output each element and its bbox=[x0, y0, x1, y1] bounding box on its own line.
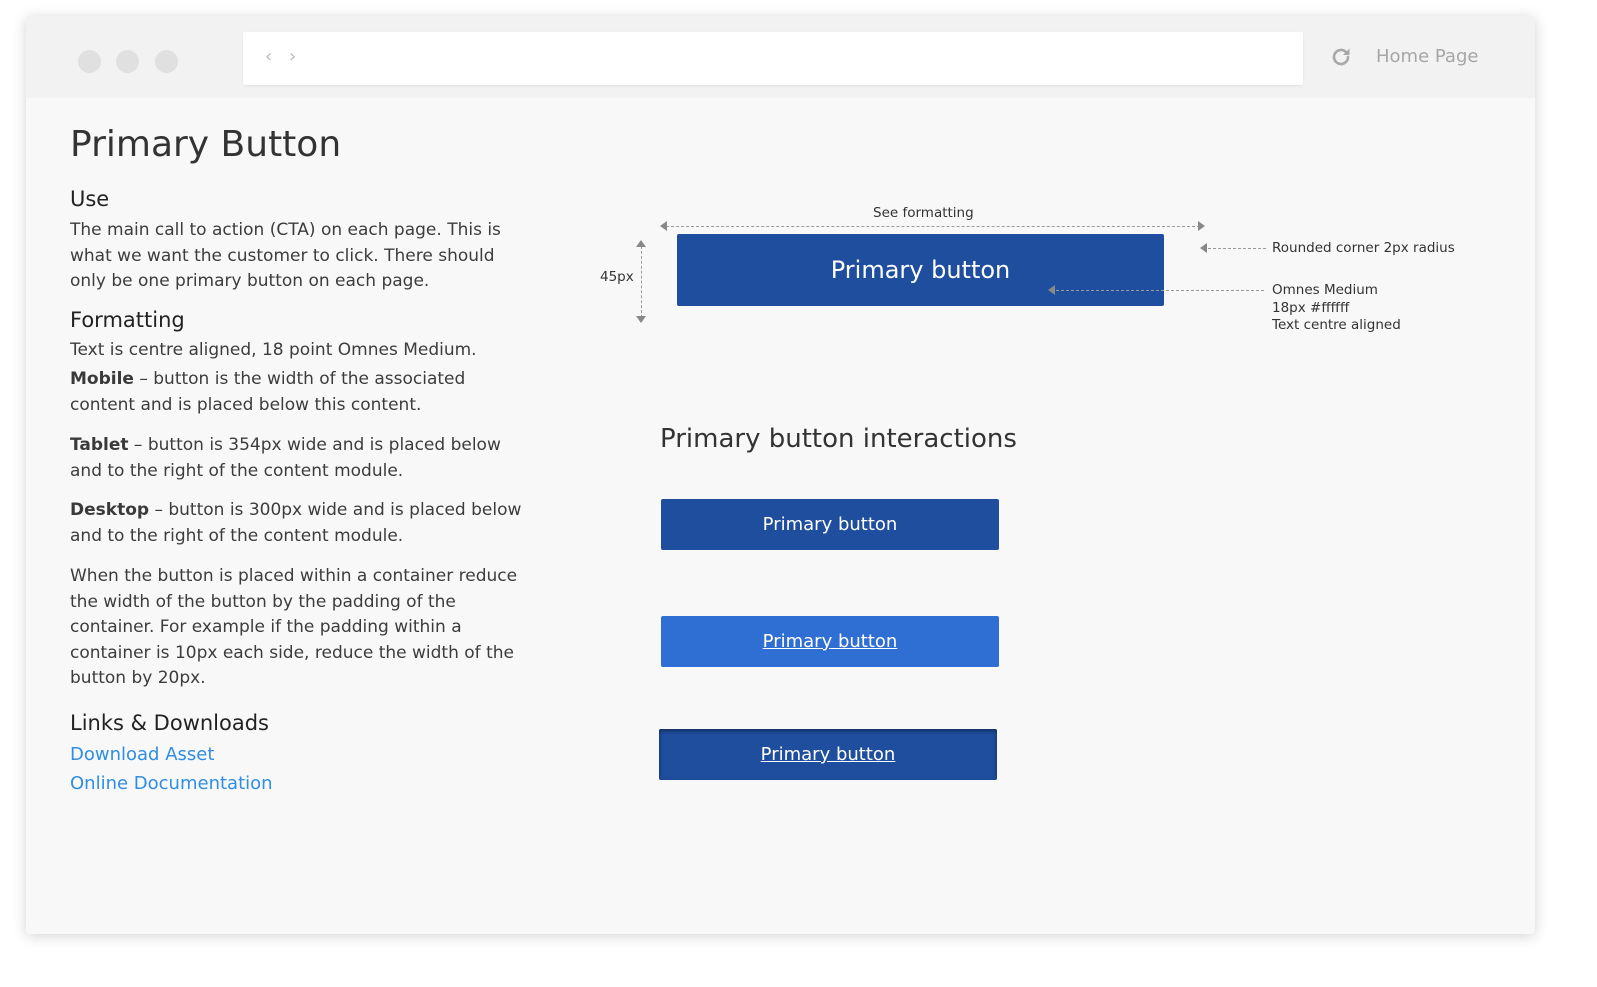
primary-button-active[interactable]: Primary button bbox=[659, 729, 997, 780]
mobile-label: Mobile bbox=[70, 369, 134, 389]
interactions-heading: Primary button interactions bbox=[660, 424, 1017, 454]
primary-button-spec-label: Primary button bbox=[830, 256, 1011, 284]
formatting-heading: Formatting bbox=[70, 308, 185, 332]
reload-icon[interactable] bbox=[1329, 45, 1353, 69]
formatting-mobile: Mobile – button is the width of the asso… bbox=[70, 367, 525, 418]
corner-pointer-icon bbox=[1200, 243, 1207, 253]
height-arrow-up-icon bbox=[636, 240, 646, 247]
primary-button-hover[interactable]: Primary button bbox=[661, 616, 999, 667]
corner-annotation: Rounded corner 2px radius bbox=[1272, 240, 1455, 256]
links-heading: Links & Downloads bbox=[70, 711, 269, 735]
tablet-label: Tablet bbox=[70, 435, 129, 455]
font-leader-line bbox=[1056, 290, 1264, 291]
formatting-tablet: Tablet – button is 354px wide and is pla… bbox=[70, 433, 525, 484]
forward-arrow-icon[interactable]: › bbox=[289, 46, 296, 67]
window-minimize-dot[interactable] bbox=[116, 50, 139, 73]
formatting-desktop: Desktop – button is 300px wide and is pl… bbox=[70, 498, 525, 549]
primary-button-active-label: Primary button bbox=[760, 744, 896, 765]
primary-button-hover-label: Primary button bbox=[762, 631, 898, 652]
height-dimension-line bbox=[641, 246, 642, 318]
width-arrow-left-icon bbox=[660, 221, 667, 231]
font-annotation-line2: 18px #ffffff bbox=[1272, 299, 1350, 316]
primary-button-spec[interactable]: Primary button bbox=[677, 234, 1164, 306]
corner-leader-line bbox=[1208, 248, 1266, 249]
home-page-link[interactable]: Home Page bbox=[1376, 46, 1478, 67]
window-zoom-dot[interactable] bbox=[155, 50, 178, 73]
font-annotation: Omnes Medium 18px #ffffff Text centre al… bbox=[1272, 282, 1401, 335]
use-text: The main call to action (CTA) on each pa… bbox=[70, 220, 501, 291]
browser-window: ‹ › Home Page Primary Button Use The mai… bbox=[26, 16, 1535, 934]
primary-button-default[interactable]: Primary button bbox=[661, 499, 999, 550]
browser-toolbar: ‹ › Home Page bbox=[26, 16, 1535, 98]
width-arrow-right-icon bbox=[1198, 221, 1205, 231]
download-asset-link[interactable]: Download Asset bbox=[70, 744, 214, 765]
font-annotation-line3: Text centre aligned bbox=[1272, 317, 1401, 333]
primary-button-default-label: Primary button bbox=[762, 514, 898, 535]
tablet-text: – button is 354px wide and is placed bel… bbox=[70, 435, 501, 481]
width-annotation: See formatting bbox=[873, 205, 974, 221]
window-close-dot[interactable] bbox=[78, 50, 101, 73]
use-heading: Use bbox=[70, 187, 110, 211]
font-annotation-line1: Omnes Medium bbox=[1272, 282, 1378, 298]
container-text: When the button is placed within a conta… bbox=[70, 566, 518, 688]
formatting-intro: Text is centre aligned, 18 point Omnes M… bbox=[70, 340, 477, 360]
page-title: Primary Button bbox=[70, 124, 342, 165]
desktop-label: Desktop bbox=[70, 500, 150, 520]
width-dimension-line bbox=[666, 226, 1200, 227]
font-pointer-icon bbox=[1048, 285, 1055, 295]
address-bar[interactable]: ‹ › bbox=[243, 32, 1303, 85]
online-documentation-link[interactable]: Online Documentation bbox=[70, 773, 273, 794]
height-annotation: 45px bbox=[600, 269, 634, 285]
back-arrow-icon[interactable]: ‹ bbox=[265, 46, 272, 67]
height-arrow-down-icon bbox=[636, 316, 646, 323]
